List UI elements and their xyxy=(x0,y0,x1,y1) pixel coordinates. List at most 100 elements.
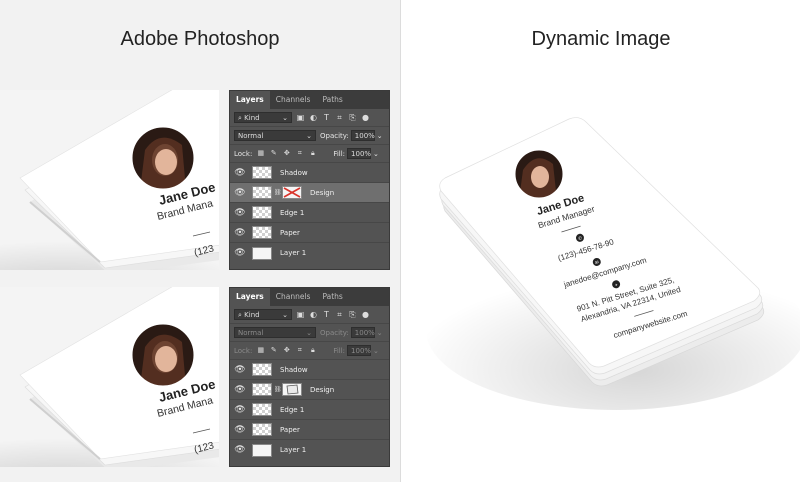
opacity-field[interactable]: 100% xyxy=(350,130,375,141)
image-filter-icon[interactable]: ▣ xyxy=(296,310,305,319)
artboard-lock-icon[interactable]: ⌗ xyxy=(295,149,304,158)
type-filter-icon[interactable]: T xyxy=(322,310,331,319)
eye-icon[interactable]: 👁︎ xyxy=(234,424,246,436)
photoshop-card-preview-top: Jane Doe Brand Mana (123 xyxy=(0,90,219,270)
layer-thumbnail xyxy=(252,166,272,179)
layer-thumbnail xyxy=(252,206,272,219)
eye-icon[interactable]: 👁︎ xyxy=(234,364,246,376)
fill-label: Fill: xyxy=(333,149,346,158)
lock-transparent-pixels-icon[interactable]: ▦ xyxy=(256,346,265,355)
eye-icon[interactable]: 👁︎ xyxy=(234,384,246,396)
search-icon: ⌕ xyxy=(238,114,242,122)
lock-image-pixels-icon[interactable]: ✎ xyxy=(269,149,278,158)
type-filter-icon[interactable]: T xyxy=(322,113,331,122)
adjustment-filter-icon[interactable]: ◐ xyxy=(309,310,318,319)
layer-thumbnail xyxy=(252,246,272,260)
smart-object-filter-icon[interactable]: ⎘ xyxy=(348,310,357,319)
card-stack-illustration: Jane Doe Brand Mana (123 xyxy=(0,90,219,270)
layer-thumbnail xyxy=(252,423,272,436)
panel-tabs: Layers Channels Paths xyxy=(230,288,389,306)
image-filter-icon[interactable]: ▣ xyxy=(296,113,305,122)
lock-row: Lock: ▦ ✎ ✥ ⌗ 🔒︎ Fill: 100% ⌄ xyxy=(230,145,389,163)
chain-link-icon[interactable]: ⛓︎ xyxy=(274,189,282,196)
lock-position-icon[interactable]: ✥ xyxy=(282,149,291,158)
layer-paper[interactable]: 👁︎ Paper xyxy=(230,223,389,243)
layer-thumbnail xyxy=(252,403,272,416)
dynamic-image-section: Dynamic Image Jane Doe Brand Manager ✆ (… xyxy=(401,0,800,482)
chevron-down-icon: ⌄ xyxy=(282,114,288,122)
layer-design[interactable]: 👁︎ ⛓︎ Design xyxy=(230,380,389,400)
chevron-down-icon: ⌄ xyxy=(306,329,312,337)
smart-object-thumbnail xyxy=(252,186,272,199)
lock-label: Lock: xyxy=(234,346,253,355)
lock-all-icon[interactable]: 🔒︎ xyxy=(308,149,317,158)
smart-object-thumbnail xyxy=(252,383,272,396)
tab-channels[interactable]: Channels xyxy=(270,91,317,109)
eye-icon[interactable]: 👁︎ xyxy=(234,444,246,456)
layer-shadow[interactable]: 👁︎ Shadow xyxy=(230,360,389,380)
tab-layers[interactable]: Layers xyxy=(230,288,270,306)
layer-shadow[interactable]: 👁︎ Shadow xyxy=(230,163,389,183)
opacity-field[interactable]: 100% xyxy=(350,327,375,338)
filter-row: ⌕ Kind ⌄ ▣ ◐ T ⌗ ⎘ ● xyxy=(230,109,389,127)
lock-transparent-pixels-icon[interactable]: ▦ xyxy=(256,149,265,158)
photoshop-section: Adobe Photoshop Jane Doe Brand Mana (123… xyxy=(0,0,401,482)
layer-thumbnail xyxy=(252,226,272,239)
chevron-down-icon[interactable]: ⌄ xyxy=(377,329,383,337)
fill-field[interactable]: 100% xyxy=(347,148,371,159)
mask-thumbnail xyxy=(282,383,302,396)
filter-toggle-icon[interactable]: ● xyxy=(361,310,370,319)
tab-channels[interactable]: Channels xyxy=(270,288,317,306)
eye-icon[interactable]: 👁︎ xyxy=(234,207,246,219)
chevron-down-icon[interactable]: ⌄ xyxy=(373,347,379,355)
adjustment-filter-icon[interactable]: ◐ xyxy=(309,113,318,122)
search-icon: ⌕ xyxy=(238,311,242,319)
filter-toggle-icon[interactable]: ● xyxy=(361,113,370,122)
card-shape-icon xyxy=(286,384,299,395)
lock-all-icon[interactable]: 🔒︎ xyxy=(308,346,317,355)
layer-thumbnail xyxy=(252,363,272,376)
layer-paper[interactable]: 👁︎ Paper xyxy=(230,420,389,440)
fill-field[interactable]: 100% xyxy=(347,345,371,356)
chevron-down-icon[interactable]: ⌄ xyxy=(373,150,379,158)
artboard-lock-icon[interactable]: ⌗ xyxy=(295,346,304,355)
layer-filter-dropdown[interactable]: ⌕ Kind ⌄ xyxy=(234,112,292,123)
blend-mode-dropdown[interactable]: Normal ⌄ xyxy=(234,130,316,141)
photoshop-card-preview-bottom: Jane Doe Brand Mana (123 xyxy=(0,287,219,467)
layer-layer-1[interactable]: 👁︎ Layer 1 xyxy=(230,243,389,263)
layer-filter-dropdown[interactable]: ⌕ Kind ⌄ xyxy=(234,309,292,320)
filter-row: ⌕ Kind ⌄ ▣ ◐ T ⌗ ⎘ ● xyxy=(230,306,389,324)
lock-label: Lock: xyxy=(234,149,253,158)
lock-image-pixels-icon[interactable]: ✎ xyxy=(269,346,278,355)
broken-mask-thumbnail xyxy=(282,186,302,199)
eye-icon[interactable]: 👁︎ xyxy=(234,404,246,416)
layer-edge-1[interactable]: 👁︎ Edge 1 xyxy=(230,203,389,223)
missing-image-icon xyxy=(283,187,301,198)
layer-edge-1[interactable]: 👁︎ Edge 1 xyxy=(230,400,389,420)
smart-object-filter-icon[interactable]: ⎘ xyxy=(348,113,357,122)
tab-layers[interactable]: Layers xyxy=(230,91,270,109)
chevron-down-icon: ⌄ xyxy=(282,311,288,319)
business-card-mockup: Jane Doe Brand Manager ✆ (123)-456-78-90… xyxy=(426,117,800,410)
eye-icon[interactable]: 👁︎ xyxy=(234,167,246,179)
tab-paths[interactable]: Paths xyxy=(316,91,348,109)
eye-icon[interactable]: 👁︎ xyxy=(234,247,246,259)
panel-tabs: Layers Channels Paths xyxy=(230,91,389,109)
tab-paths[interactable]: Paths xyxy=(316,288,348,306)
shape-filter-icon[interactable]: ⌗ xyxy=(335,113,344,122)
blend-row: Normal ⌄ Opacity: 100% ⌄ xyxy=(230,127,389,145)
blend-row: Normal ⌄ Opacity: 100% ⌄ xyxy=(230,324,389,342)
opacity-label: Opacity: xyxy=(320,131,349,140)
eye-icon[interactable]: 👁︎ xyxy=(234,227,246,239)
chevron-down-icon: ⌄ xyxy=(306,132,312,140)
shape-filter-icon[interactable]: ⌗ xyxy=(335,310,344,319)
blend-mode-dropdown[interactable]: Normal ⌄ xyxy=(234,327,316,338)
layer-design[interactable]: 👁︎ ⛓︎ Design xyxy=(230,183,389,203)
fill-label: Fill: xyxy=(333,346,346,355)
eye-icon[interactable]: 👁︎ xyxy=(234,187,246,199)
chain-link-icon[interactable]: ⛓︎ xyxy=(274,386,282,393)
lock-position-icon[interactable]: ✥ xyxy=(282,346,291,355)
layer-layer-1[interactable]: 👁︎ Layer 1 xyxy=(230,440,389,460)
chevron-down-icon[interactable]: ⌄ xyxy=(377,132,383,140)
photoshop-heading: Adobe Photoshop xyxy=(120,28,280,50)
